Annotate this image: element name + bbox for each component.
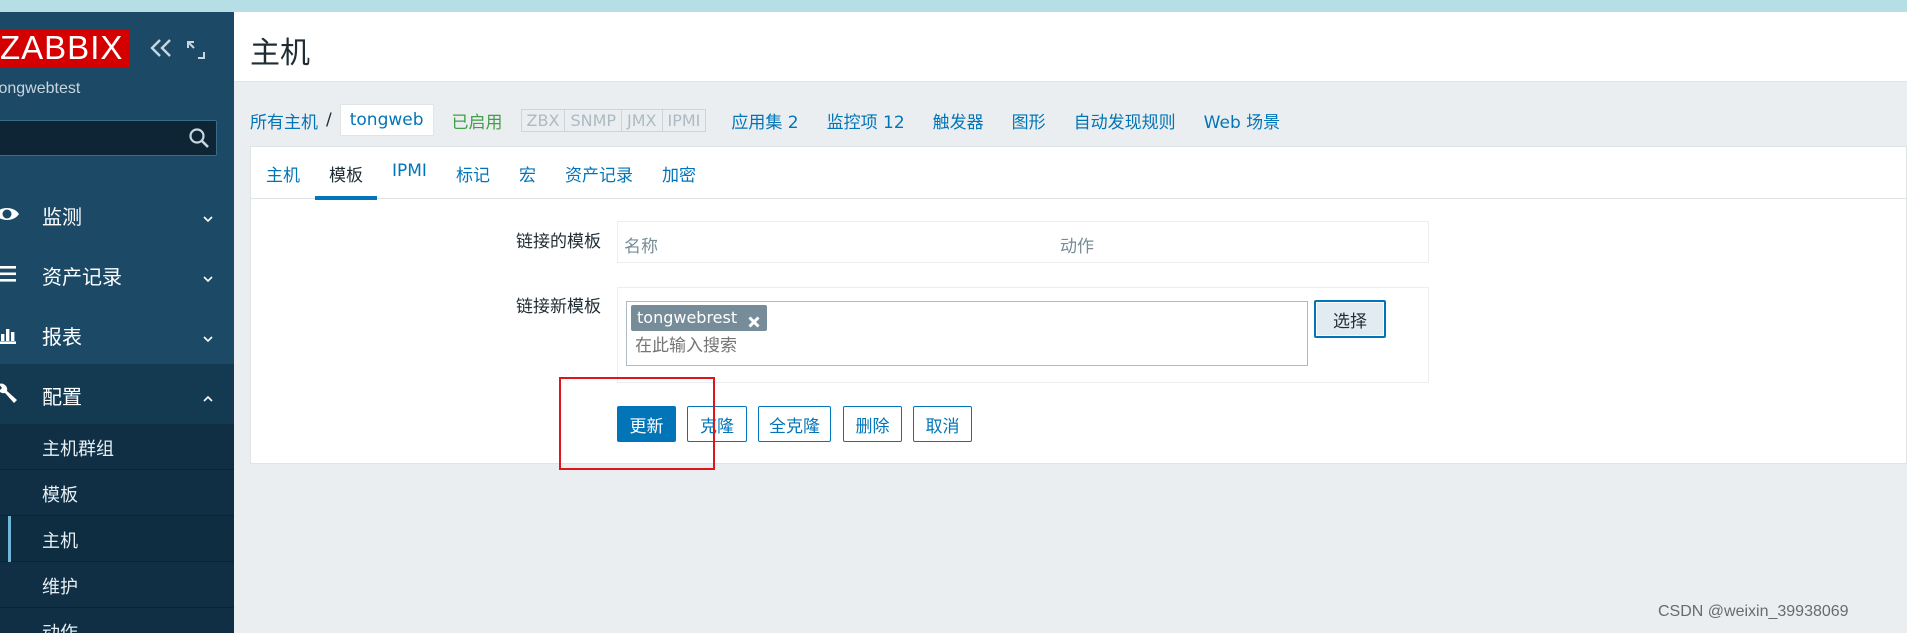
- selected-template-chip: tongwebrest: [631, 305, 768, 331]
- delete-button[interactable]: 删除: [843, 406, 902, 442]
- submenu-label: 维护: [42, 577, 78, 598]
- triggers-link[interactable]: 触发器: [933, 108, 984, 133]
- list-icon: [0, 262, 20, 286]
- cancel-button[interactable]: 取消: [913, 406, 972, 442]
- discovery-rules-link[interactable]: 自动发现规则: [1074, 108, 1176, 133]
- availability-ipmi: IPMI: [667, 110, 701, 130]
- submenu-label: 主机群组: [42, 439, 114, 460]
- tab-ipmi[interactable]: IPMI: [392, 147, 427, 199]
- menu-item-reports[interactable]: 报表: [0, 304, 234, 364]
- column-header-name: 名称: [624, 237, 658, 257]
- template-multiselect[interactable]: tongwebrest: [626, 301, 1308, 366]
- submenu-item-templates[interactable]: 模板: [0, 470, 234, 516]
- host-form-panel: 主机 模板 IPMI 标记 宏 资产记录 加密 链接的模板 名称 动作 链接新模…: [250, 146, 1907, 464]
- top-strip: [0, 0, 1907, 12]
- annotation-highlight-box: [559, 377, 715, 470]
- menu-label: 报表: [42, 325, 82, 349]
- host-status[interactable]: 已启用: [452, 108, 503, 133]
- full-clone-button[interactable]: 全克隆: [758, 406, 831, 442]
- page-header: 主机: [234, 12, 1907, 82]
- configuration-submenu: 主机群组 模板 主机 维护 动作: [0, 424, 234, 633]
- tab-inventory[interactable]: 资产记录: [565, 147, 633, 199]
- availability-snmp: SNMP: [565, 109, 623, 131]
- submenu-label: 模板: [42, 485, 78, 506]
- menu-label: 配置: [42, 385, 82, 409]
- web-scenarios-link[interactable]: Web 场景: [1204, 108, 1280, 133]
- chevron-down-icon: [202, 266, 214, 283]
- bar-chart-icon: [0, 322, 20, 346]
- main-content: 主机 所有主机 / tongweb 已启用 ZBX SNMP JMX IPMI …: [234, 12, 1907, 633]
- tab-templates[interactable]: 模板: [315, 147, 377, 200]
- main-menu: 监测 资产记录 报表 配置 主机群组 模板 主机 维护: [0, 184, 234, 633]
- availability-badges: ZBX SNMP JMX IPMI: [520, 108, 707, 132]
- submenu-label: 动作: [42, 619, 78, 633]
- collapse-sidebar-icon[interactable]: [148, 36, 176, 62]
- submenu-item-actions[interactable]: 动作: [0, 608, 234, 633]
- tab-tags[interactable]: 标记: [456, 147, 490, 199]
- availability-zbx: ZBX: [522, 109, 566, 131]
- items-link[interactable]: 监控项 12: [827, 108, 905, 133]
- tab-macros[interactable]: 宏: [519, 147, 536, 199]
- menu-label: 资产记录: [42, 265, 122, 289]
- applications-link[interactable]: 应用集 2: [731, 108, 798, 133]
- menu-item-monitoring[interactable]: 监测: [0, 184, 234, 244]
- all-hosts-link[interactable]: 所有主机: [250, 108, 318, 133]
- submenu-item-hosts[interactable]: 主机: [0, 516, 234, 562]
- menu-item-configuration[interactable]: 配置: [0, 364, 234, 424]
- kiosk-mode-icon[interactable]: [187, 41, 205, 59]
- eye-icon: [0, 202, 20, 226]
- host-breadcrumb: 所有主机 / tongweb 已启用 ZBX SNMP JMX IPMI 应用集…: [250, 100, 1308, 140]
- availability-jmx: JMX: [622, 109, 663, 131]
- chevron-down-icon: [202, 206, 214, 223]
- tab-host[interactable]: 主机: [266, 147, 300, 199]
- server-name: tongwebtest: [0, 80, 81, 97]
- link-new-templates-label: 链接新模板: [516, 297, 601, 317]
- remove-chip-icon[interactable]: [747, 311, 761, 328]
- tab-encryption[interactable]: 加密: [662, 147, 696, 199]
- submenu-label: 主机: [42, 531, 78, 552]
- zabbix-logo[interactable]: ZABBIX: [0, 29, 130, 67]
- template-search-input[interactable]: [635, 336, 1235, 356]
- search-icon[interactable]: [188, 127, 210, 149]
- chevron-up-icon: [202, 386, 214, 402]
- menu-label: 监测: [42, 205, 82, 229]
- link-new-templates-box: tongwebrest 选择: [617, 287, 1429, 383]
- chevron-down-icon: [202, 326, 214, 343]
- sidebar: ZABBIX tongwebtest 监测 资产记录 报表 配置 主机群组 模板…: [0, 12, 234, 633]
- breadcrumb-separator: /: [326, 110, 332, 130]
- watermark: CSDN @weixin_39938069: [1658, 603, 1849, 620]
- sidebar-search-input[interactable]: [0, 120, 217, 156]
- chip-label: tongwebrest: [637, 308, 738, 327]
- linked-templates-table: 名称 动作: [617, 221, 1429, 263]
- submenu-item-host-groups[interactable]: 主机群组: [0, 424, 234, 470]
- submenu-item-maintenance[interactable]: 维护: [0, 562, 234, 608]
- current-host-link[interactable]: tongweb: [339, 104, 434, 136]
- menu-item-inventory[interactable]: 资产记录: [0, 244, 234, 304]
- column-header-action: 动作: [1060, 237, 1094, 257]
- graphs-link[interactable]: 图形: [1012, 108, 1046, 133]
- select-template-button[interactable]: 选择: [1314, 300, 1386, 338]
- linked-templates-label: 链接的模板: [516, 232, 601, 252]
- wrench-icon: [0, 382, 20, 406]
- form-tabs: 主机 模板 IPMI 标记 宏 资产记录 加密: [251, 147, 1907, 200]
- page-title: 主机: [250, 36, 310, 71]
